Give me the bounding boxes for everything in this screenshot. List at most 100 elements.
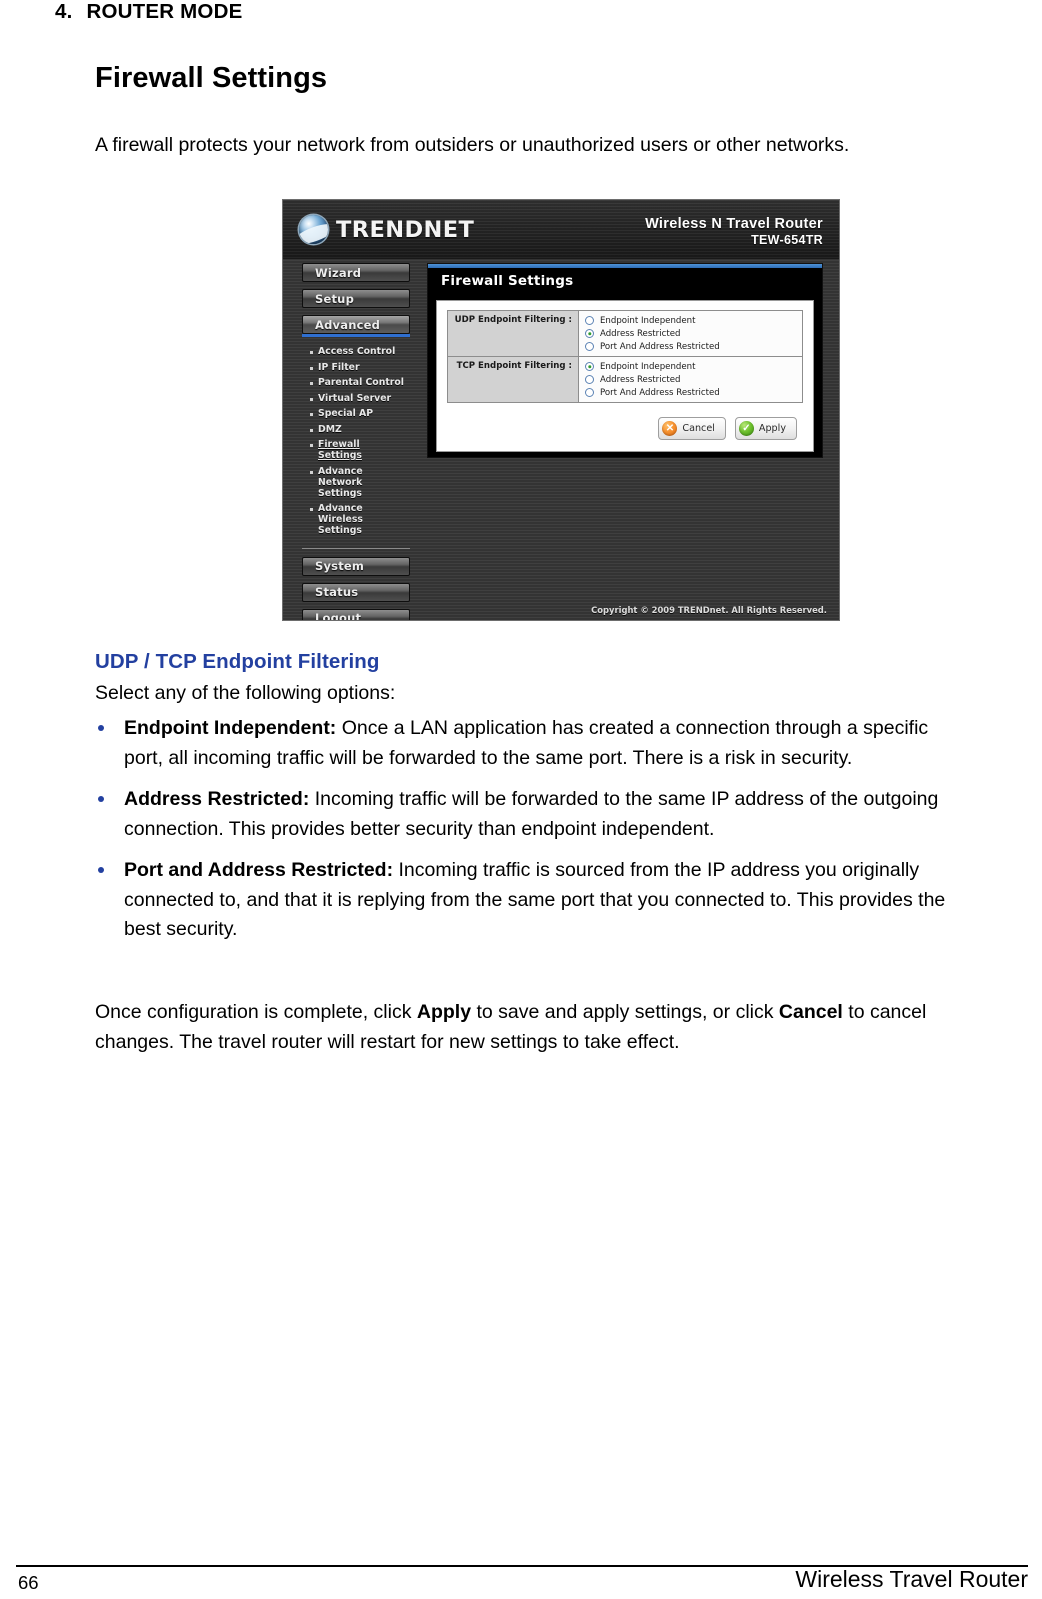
table-row-udp: UDP Endpoint Filtering : Endpoint Indepe… (447, 310, 803, 357)
sidebar-item-label: Status (315, 585, 359, 599)
cancel-button[interactable]: ✕ Cancel (658, 417, 726, 440)
advanced-submenu: Access Control IP Filter Parental Contro… (302, 341, 410, 549)
list-item: Port and Address Restricted: Incoming tr… (95, 856, 955, 945)
section-number: 4. (55, 0, 73, 23)
radio-icon-selected[interactable] (585, 362, 594, 371)
table-row-tcp: TCP Endpoint Filtering : Endpoint Indepe… (447, 356, 803, 403)
bullet-icon (310, 397, 313, 401)
udp-option-address-restricted[interactable]: Address Restricted (585, 327, 796, 340)
tcp-option-port-and-address-restricted[interactable]: Port And Address Restricted (585, 386, 796, 399)
select-options-line: Select any of the following options: (95, 682, 396, 704)
tcp-filter-options: Endpoint Independent Address Restricted … (578, 356, 803, 403)
submenu-item-label: Access Control (318, 346, 396, 357)
apply-button-label: Apply (758, 423, 786, 434)
tcp-option-endpoint-independent[interactable]: Endpoint Independent (585, 360, 796, 373)
closing-cancel-term: Cancel (778, 1001, 843, 1023)
router-header-bar: TRENDNET Wireless N Travel Router TEW-65… (283, 200, 839, 259)
tcp-option-address-restricted[interactable]: Address Restricted (585, 373, 796, 386)
submenu-item-label: Virtual Server (318, 392, 392, 404)
submenu-item-label: Advance Wireless Settings (318, 503, 363, 536)
closing-apply-term: Apply (416, 1001, 472, 1023)
radio-label: Endpoint Independent (600, 361, 696, 372)
udp-filter-label: UDP Endpoint Filtering : (447, 310, 579, 357)
submenu-item-virtual-server[interactable]: Virtual Server (302, 393, 410, 404)
udp-option-endpoint-independent[interactable]: Endpoint Independent (585, 314, 796, 327)
intro-paragraph: A firewall protects your network from ou… (95, 134, 850, 156)
check-circle-icon: ✓ (738, 421, 754, 436)
router-content-panel: Firewall Settings UDP Endpoint Filtering… (427, 263, 823, 458)
bullet-icon (310, 413, 313, 416)
firewall-settings-card: UDP Endpoint Filtering : Endpoint Indepe… (436, 300, 814, 452)
sidebar-item-setup[interactable]: Setup (302, 289, 410, 308)
sidebar-item-logout[interactable]: Logout (302, 608, 410, 621)
bullet-icon (310, 444, 313, 447)
submenu-item-dmz[interactable]: DMZ (302, 424, 410, 435)
options-bullet-list: Endpoint Independent: Once a LAN applica… (95, 714, 955, 957)
sidebar-item-wizard[interactable]: Wizard (302, 263, 410, 282)
submenu-item-label: Special AP (318, 408, 374, 419)
sidebar-item-status[interactable]: Status (302, 582, 410, 602)
manual-page: 4. ROUTER MODE Firewall Settings A firewa… (0, 0, 1042, 1599)
submenu-item-access-control[interactable]: Access Control (302, 346, 410, 357)
closing-mid: to save and apply settings, or click (471, 1001, 779, 1023)
cancel-button-label: Cancel (682, 423, 715, 434)
router-admin-screenshot: TRENDNET Wireless N Travel Router TEW-65… (282, 199, 840, 621)
submenu-item-advance-network-settings[interactable]: Advance Network Settings (302, 466, 410, 499)
submenu-item-firewall-settings[interactable]: Firewall Settings (302, 439, 410, 461)
radio-icon[interactable] (585, 316, 594, 325)
udp-option-port-and-address-restricted[interactable]: Port And Address Restricted (585, 340, 796, 353)
submenu-item-label: DMZ (318, 423, 342, 435)
closing-prefix: Once configuration is complete, click (95, 1001, 417, 1023)
sidebar-item-label: Advanced (315, 317, 381, 332)
submenu-item-parental-control[interactable]: Parental Control (302, 377, 410, 388)
submenu-item-label: Firewall Settings (318, 439, 362, 461)
submenu-item-advance-wireless-settings[interactable]: Advance Wireless Settings (302, 503, 410, 536)
closing-paragraph: Once configuration is complete, click Ap… (95, 997, 995, 1057)
trendnet-logo: TRENDNET (299, 215, 474, 244)
radio-icon[interactable] (585, 342, 594, 351)
bullet-icon (310, 428, 313, 432)
bullet-icon (310, 366, 313, 370)
list-item-term: Port and Address Restricted: (124, 859, 394, 881)
footer-document-title: Wireless Travel Router (795, 1566, 1028, 1592)
bullet-icon (310, 470, 313, 474)
globe-icon (299, 215, 328, 244)
submenu-item-special-ap[interactable]: Special AP (302, 408, 410, 419)
sidebar-item-label: Setup (315, 291, 354, 306)
list-item-term: Address Restricted: (124, 788, 310, 810)
product-identity: Wireless N Travel Router TEW-654TR (645, 216, 823, 247)
list-item-term: Endpoint Independent: (124, 717, 337, 739)
radio-label: Port And Address Restricted (600, 341, 720, 352)
radio-label: Address Restricted (600, 328, 681, 339)
bullet-icon (310, 508, 313, 511)
subsection-heading: UDP / TCP Endpoint Filtering (95, 650, 380, 673)
bullet-icon (310, 351, 313, 354)
section-heading: 4. ROUTER MODE (55, 0, 242, 24)
bullet-icon (98, 867, 104, 873)
apply-button[interactable]: ✓ Apply (734, 417, 797, 440)
sidebar-item-label: Logout (315, 611, 362, 621)
sidebar-item-label: Wizard (315, 265, 362, 280)
radio-icon[interactable] (585, 375, 594, 384)
form-actions: ✕ Cancel ✓ Apply (447, 417, 803, 440)
panel-title: Firewall Settings (441, 273, 574, 289)
udp-filter-options: Endpoint Independent Address Restricted … (578, 310, 803, 357)
list-item: Endpoint Independent: Once a LAN applica… (95, 714, 955, 773)
bullet-icon (310, 382, 313, 385)
page-title: Firewall Settings (95, 62, 328, 94)
radio-icon-selected[interactable] (585, 329, 594, 338)
bullet-icon (98, 796, 104, 802)
radio-icon[interactable] (585, 388, 594, 397)
endpoint-filtering-table: UDP Endpoint Filtering : Endpoint Indepe… (447, 310, 803, 403)
sidebar-item-system[interactable]: System (302, 556, 410, 576)
tcp-filter-label: TCP Endpoint Filtering : (447, 356, 579, 403)
list-item: Address Restricted: Incoming traffic wil… (95, 785, 955, 844)
router-copyright: Copyright © 2009 TRENDnet. All Rights Re… (591, 605, 827, 615)
submenu-item-label: Parental Control (318, 377, 404, 388)
sidebar-item-advanced[interactable]: Advanced (302, 315, 410, 337)
sidebar-item-label: System (315, 559, 365, 573)
model-number: TEW-654TR (751, 233, 823, 247)
router-sidebar: Wizard Setup Advanced Access Control IP … (302, 263, 410, 621)
page-number: 66 (18, 1572, 39, 1593)
submenu-item-ip-filter[interactable]: IP Filter (302, 362, 410, 373)
